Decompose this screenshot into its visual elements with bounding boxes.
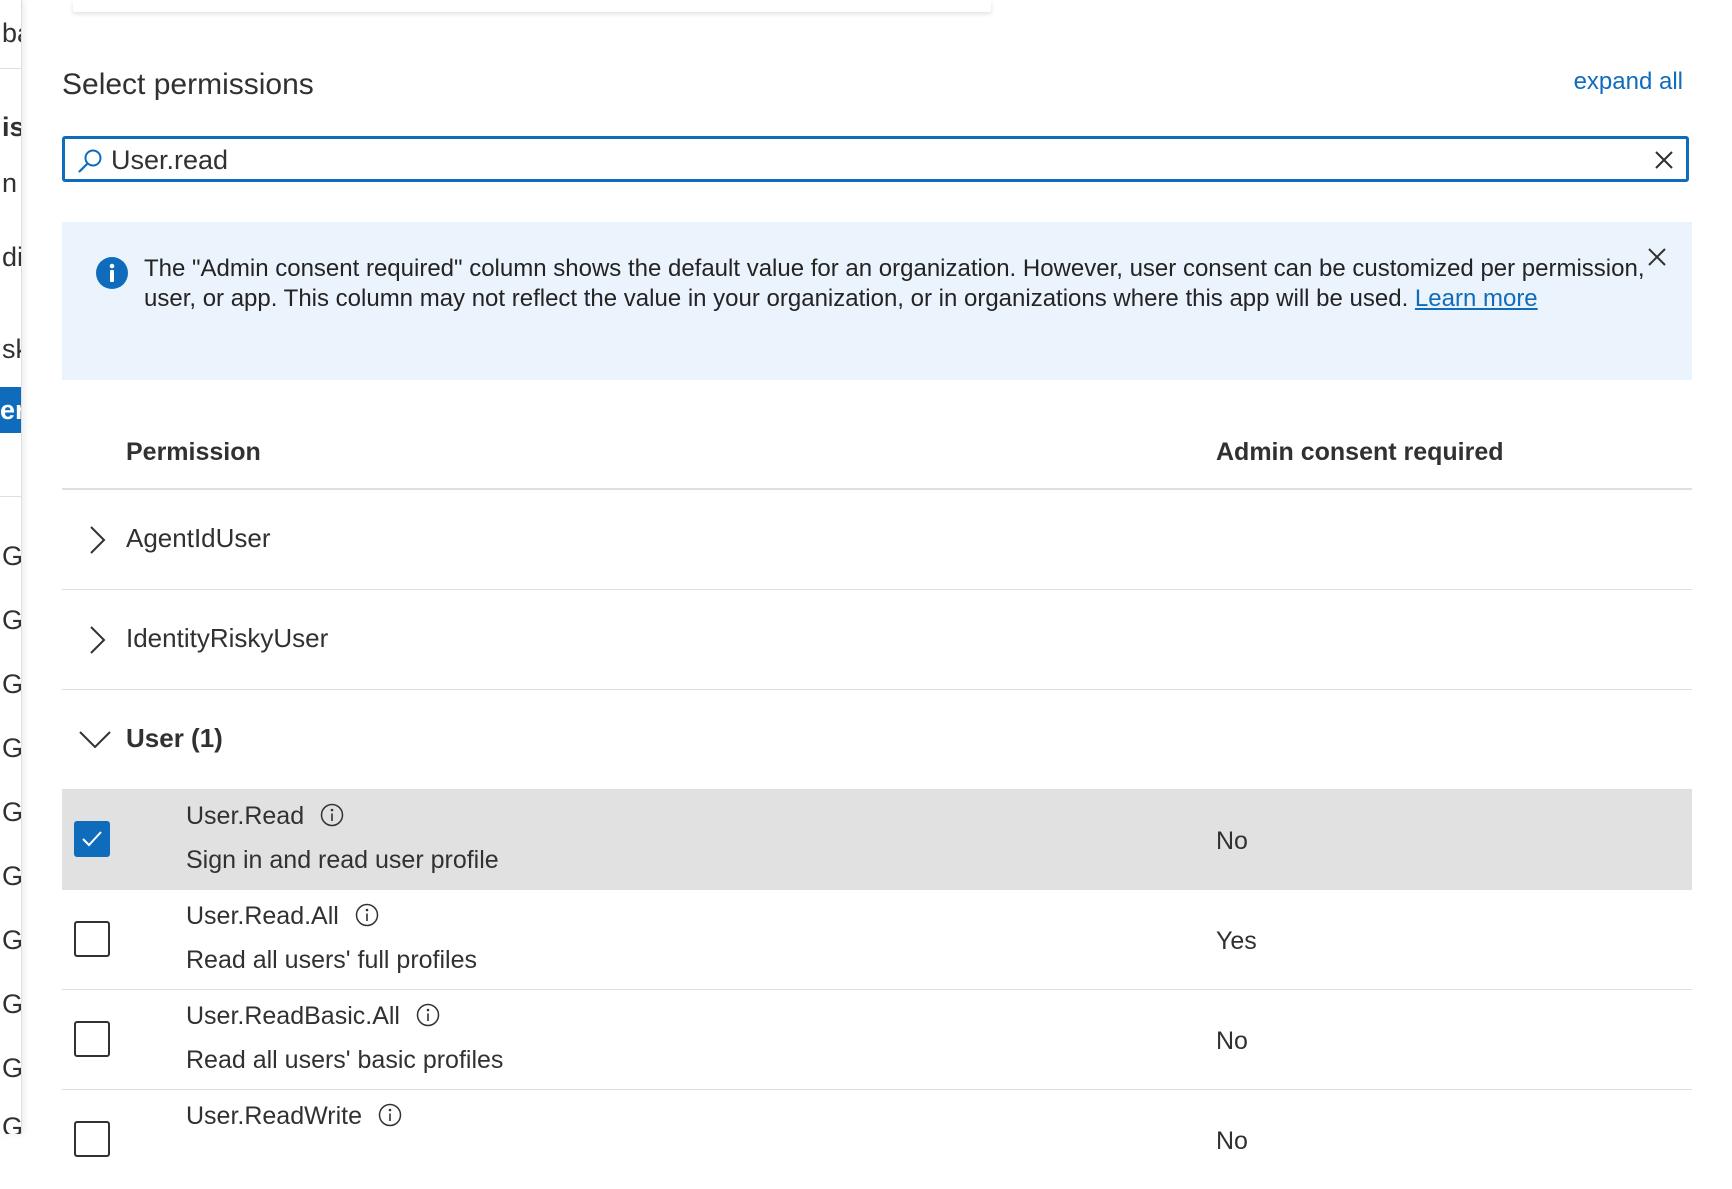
group-name[interactable]: User (1): [126, 723, 223, 754]
column-header-permission[interactable]: Permission: [126, 438, 261, 467]
left-fragment: er: [0, 395, 21, 425]
group-name[interactable]: AgentIdUser: [126, 523, 271, 554]
divider: [0, 68, 21, 69]
info-circle-icon[interactable]: [416, 1003, 440, 1027]
admin-consent-value: No: [1216, 1127, 1248, 1155]
left-fragment: G: [2, 1112, 22, 1134]
checkmark-icon: [82, 831, 102, 847]
permission-description: Sign in and read user profile: [186, 846, 499, 874]
column-header-admin-consent[interactable]: Admin consent required: [1216, 438, 1504, 467]
left-nav-panel: ba is n ( diu sk er G G G G G G G G G G: [0, 0, 22, 1134]
permission-checkbox[interactable]: [74, 821, 110, 857]
search-icon: [78, 149, 102, 173]
permission-group-identityriskyuser[interactable]: IdentityRiskyUser: [62, 590, 1692, 690]
permission-description: Read all users' basic profiles: [186, 1046, 504, 1074]
info-message: The "Admin consent required" column show…: [144, 254, 1664, 314]
left-fragment: G: [2, 861, 22, 891]
close-icon[interactable]: [1647, 247, 1667, 267]
permission-group-agentiduser[interactable]: AgentIdUser: [62, 490, 1692, 590]
divider: [0, 496, 21, 497]
permission-row-user-read-all[interactable]: User.Read.All Read all users' full profi…: [62, 890, 1692, 990]
left-fragment: G: [2, 541, 22, 571]
left-nav-active-item[interactable]: er: [0, 387, 21, 433]
permission-name: User.Read: [186, 802, 344, 831]
left-fragment: sk: [2, 334, 21, 364]
permission-checkbox[interactable]: [74, 1121, 110, 1157]
permission-row-user-readwrite[interactable]: User.ReadWrite No: [62, 1090, 1692, 1189]
info-message-bar: The "Admin consent required" column show…: [62, 222, 1692, 380]
admin-consent-value: Yes: [1216, 927, 1257, 955]
left-fragment: G: [2, 925, 22, 955]
permission-description: Read all users' full profiles: [186, 946, 478, 974]
left-fragment: G: [2, 733, 22, 763]
table-header: Permission Admin consent required: [62, 420, 1692, 490]
clear-search-icon[interactable]: [1654, 150, 1674, 170]
permission-search-box[interactable]: [62, 136, 1689, 182]
search-input[interactable]: [111, 143, 1591, 177]
permission-name-text: User.ReadWrite: [186, 1102, 362, 1130]
admin-consent-value: No: [1216, 1027, 1248, 1055]
left-fragment: G: [2, 797, 22, 827]
left-fragment: G: [2, 669, 22, 699]
permission-name: User.ReadWrite: [186, 1102, 402, 1131]
permission-group-user[interactable]: User (1): [62, 690, 1692, 790]
permission-name: User.Read.All: [186, 902, 379, 931]
permission-name-text: User.Read: [186, 802, 305, 830]
permission-name: User.ReadBasic.All: [186, 1002, 440, 1031]
page-title: Select permissions: [62, 68, 314, 101]
permission-checkbox[interactable]: [74, 921, 110, 957]
left-fragment: is: [2, 112, 21, 142]
left-fragment: G: [2, 1053, 22, 1083]
left-fragment: ba: [2, 18, 21, 48]
chevron-down-icon[interactable]: [78, 726, 112, 754]
permission-name-text: User.Read.All: [186, 902, 339, 930]
left-fragment: G: [2, 605, 22, 635]
top-card: [73, 0, 991, 12]
info-circle-icon[interactable]: [320, 803, 344, 827]
left-fragment: diu: [2, 242, 21, 272]
info-circle-icon[interactable]: [378, 1103, 402, 1127]
permission-name-text: User.ReadBasic.All: [186, 1002, 400, 1030]
info-icon: [96, 257, 128, 289]
permission-checkbox[interactable]: [74, 1021, 110, 1057]
expand-all-link[interactable]: expand all: [1574, 68, 1683, 96]
permission-row-user-read[interactable]: User.Read Sign in and read user profile …: [62, 790, 1692, 890]
info-circle-icon[interactable]: [355, 903, 379, 927]
chevron-right-icon[interactable]: [82, 624, 110, 656]
learn-more-link[interactable]: Learn more: [1415, 285, 1538, 312]
chevron-right-icon[interactable]: [82, 524, 110, 556]
permission-row-user-readbasic-all[interactable]: User.ReadBasic.All Read all users' basic…: [62, 990, 1692, 1090]
admin-consent-value: No: [1216, 827, 1248, 855]
left-fragment: n (: [2, 168, 21, 198]
left-fragment: G: [2, 989, 22, 1019]
permissions-table: Permission Admin consent required AgentI…: [62, 420, 1692, 1189]
group-name[interactable]: IdentityRiskyUser: [126, 623, 328, 654]
